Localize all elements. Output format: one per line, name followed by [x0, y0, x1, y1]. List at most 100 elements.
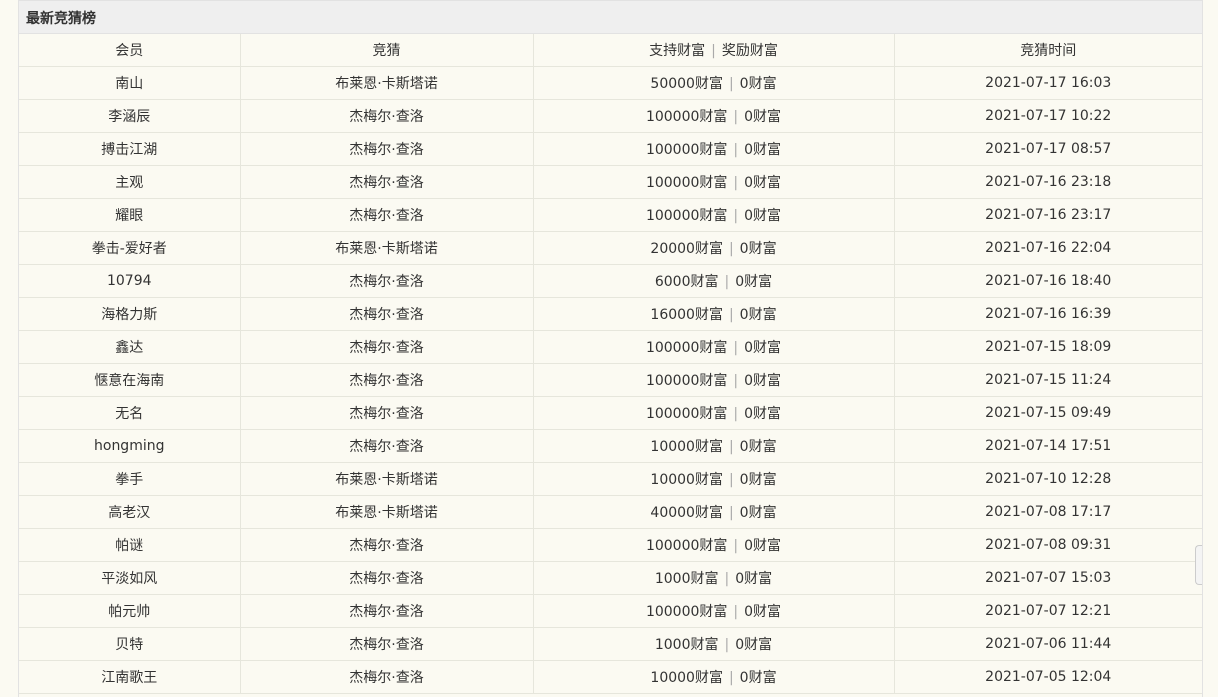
guess-cell: 杰梅尔·查洛 [240, 660, 534, 694]
reward-wealth: 0财富 [739, 241, 777, 257]
column-header-support: 支持财富 [649, 43, 706, 59]
separator: | [733, 142, 739, 158]
guess-time-cell: 2021-07-15 09:49 [894, 396, 1202, 430]
table-row: 李涵辰 杰梅尔·查洛 100000财富 | 0财富 2021-07-17 10:22 [19, 99, 1202, 133]
separator: | [733, 109, 739, 125]
member-cell[interactable]: 帕元帅 [19, 594, 241, 628]
separator: | [733, 604, 739, 620]
wealth-cell: 20000财富 | 0财富 [533, 231, 895, 265]
support-wealth: 16000财富 [650, 307, 723, 323]
guess-time-cell: 2021-07-15 11:24 [894, 363, 1202, 397]
table-row: 帕谜 杰梅尔·查洛 100000财富 | 0财富 2021-07-08 09:31 [19, 528, 1202, 562]
support-wealth: 100000财富 [645, 142, 728, 158]
support-wealth: 100000财富 [645, 340, 728, 356]
guess-cell: 布莱恩·卡斯塔诺 [240, 462, 534, 496]
member-cell[interactable]: 江南歌王 [19, 660, 241, 694]
separator: | [728, 241, 734, 257]
guess-cell: 杰梅尔·查洛 [240, 429, 534, 463]
member-cell[interactable]: 海格力斯 [19, 297, 241, 331]
guess-time-cell: 2021-07-15 18:09 [894, 330, 1202, 364]
column-header-guess: 竞猜 [240, 34, 534, 67]
member-cell[interactable]: 鑫达 [19, 330, 241, 364]
member-cell[interactable]: 无名 [19, 396, 241, 430]
guess-cell: 杰梅尔·查洛 [240, 396, 534, 430]
table-row: 鑫达 杰梅尔·查洛 100000财富 | 0财富 2021-07-15 18:09 [19, 330, 1202, 364]
wealth-cell: 100000财富 | 0财富 [533, 198, 895, 232]
support-wealth: 100000财富 [645, 175, 728, 191]
reward-wealth: 0财富 [744, 175, 782, 191]
member-cell[interactable]: 高老汉 [19, 495, 241, 529]
reward-wealth: 0财富 [735, 637, 773, 653]
separator: | [728, 439, 734, 455]
member-cell[interactable]: 帕谜 [19, 528, 241, 562]
reward-wealth: 0财富 [739, 307, 777, 323]
guess-time-cell: 2021-07-16 23:18 [894, 165, 1202, 199]
guess-time-cell: 2021-07-17 10:22 [894, 99, 1202, 133]
support-wealth: 10000财富 [650, 472, 723, 488]
support-wealth: 1000财富 [654, 571, 719, 587]
support-wealth: 50000财富 [650, 76, 723, 92]
wealth-cell: 100000财富 | 0财富 [533, 528, 895, 562]
support-wealth: 100000财富 [645, 208, 728, 224]
member-cell[interactable]: 李涵辰 [19, 99, 241, 133]
member-cell[interactable]: 耀眼 [19, 198, 241, 232]
support-wealth: 100000财富 [645, 373, 728, 389]
wealth-cell: 100000财富 | 0财富 [533, 99, 895, 133]
member-cell[interactable]: 惬意在海南 [19, 363, 241, 397]
column-header-member: 会员 [19, 34, 241, 67]
guess-time-cell: 2021-07-08 17:17 [894, 495, 1202, 529]
table-row: 江南歌王 杰梅尔·查洛 10000财富 | 0财富 2021-07-05 12:04 [19, 660, 1202, 694]
member-cell[interactable]: 搏击江湖 [19, 132, 241, 166]
separator: | [728, 307, 734, 323]
support-wealth: 10000财富 [650, 439, 723, 455]
wealth-cell: 100000财富 | 0财富 [533, 330, 895, 364]
guess-time-cell: 2021-07-17 08:57 [894, 132, 1202, 166]
guess-cell: 布莱恩·卡斯塔诺 [240, 495, 534, 529]
guess-cell: 杰梅尔·查洛 [240, 198, 534, 232]
support-wealth: 20000财富 [650, 241, 723, 257]
guess-cell: 杰梅尔·查洛 [240, 132, 534, 166]
side-scroll-tab[interactable] [1195, 545, 1202, 585]
guess-cell: 布莱恩·卡斯塔诺 [240, 231, 534, 265]
table-header-row: 会员 竞猜 支持财富 | 奖励财富 竞猜时间 [19, 34, 1202, 67]
support-wealth: 40000财富 [650, 505, 723, 521]
table-row: 无名 杰梅尔·查洛 100000财富 | 0财富 2021-07-15 09:49 [19, 396, 1202, 430]
table-row: 平淡如风 杰梅尔·查洛 1000财富 | 0财富 2021-07-07 15:03 [19, 561, 1202, 595]
member-cell[interactable]: 南山 [19, 66, 241, 100]
member-cell[interactable]: hongming [19, 429, 241, 463]
guess-time-cell: 2021-07-16 22:04 [894, 231, 1202, 265]
separator: | [733, 340, 739, 356]
table-row: 惬意在海南 杰梅尔·查洛 100000财富 | 0财富 2021-07-15 11:24 [19, 363, 1202, 397]
table-body: 南山 布莱恩·卡斯塔诺 50000财富 | 0财富 2021-07-17 16:03 李涵辰… [19, 66, 1202, 694]
wealth-cell: 100000财富 | 0财富 [533, 594, 895, 628]
guess-time-cell: 2021-07-17 16:03 [894, 66, 1202, 100]
separator: | [733, 406, 739, 422]
table-row: 贝特 杰梅尔·查洛 1000财富 | 0财富 2021-07-06 11:44 [19, 627, 1202, 661]
separator: | [733, 175, 739, 191]
reward-wealth: 0财富 [739, 505, 777, 521]
separator: | [733, 373, 739, 389]
reward-wealth: 0财富 [744, 340, 782, 356]
support-wealth: 100000财富 [645, 538, 728, 554]
support-wealth: 10000财富 [650, 670, 723, 686]
guess-time-cell: 2021-07-05 12:04 [894, 660, 1202, 694]
support-wealth: 100000财富 [645, 406, 728, 422]
member-cell[interactable]: 拳手 [19, 462, 241, 496]
reward-wealth: 0财富 [744, 604, 782, 620]
guess-time-cell: 2021-07-16 16:39 [894, 297, 1202, 331]
guess-cell: 杰梅尔·查洛 [240, 264, 534, 298]
latest-guess-ranking-panel: 最新竞猜榜 会员 竞猜 支持财富 | 奖励财富 竞猜时间 南山 布莱恩·卡斯塔诺 500… [18, 0, 1203, 697]
table-row: 帕元帅 杰梅尔·查洛 100000财富 | 0财富 2021-07-07 12:21 [19, 594, 1202, 628]
member-cell[interactable]: 拳击-爱好者 [19, 231, 241, 265]
guess-time-cell: 2021-07-06 11:44 [894, 627, 1202, 661]
table-row: 10794 杰梅尔·查洛 6000财富 | 0财富 2021-07-16 18:40 [19, 264, 1202, 298]
member-cell[interactable]: 10794 [19, 264, 241, 298]
table-row: 主观 杰梅尔·查洛 100000财富 | 0财富 2021-07-16 23:18 [19, 165, 1202, 199]
guess-time-cell: 2021-07-10 12:28 [894, 462, 1202, 496]
member-cell[interactable]: 主观 [19, 165, 241, 199]
wealth-cell: 16000财富 | 0财富 [533, 297, 895, 331]
guess-cell: 杰梅尔·查洛 [240, 561, 534, 595]
member-cell[interactable]: 平淡如风 [19, 561, 241, 595]
support-wealth: 1000财富 [654, 637, 719, 653]
member-cell[interactable]: 贝特 [19, 627, 241, 661]
